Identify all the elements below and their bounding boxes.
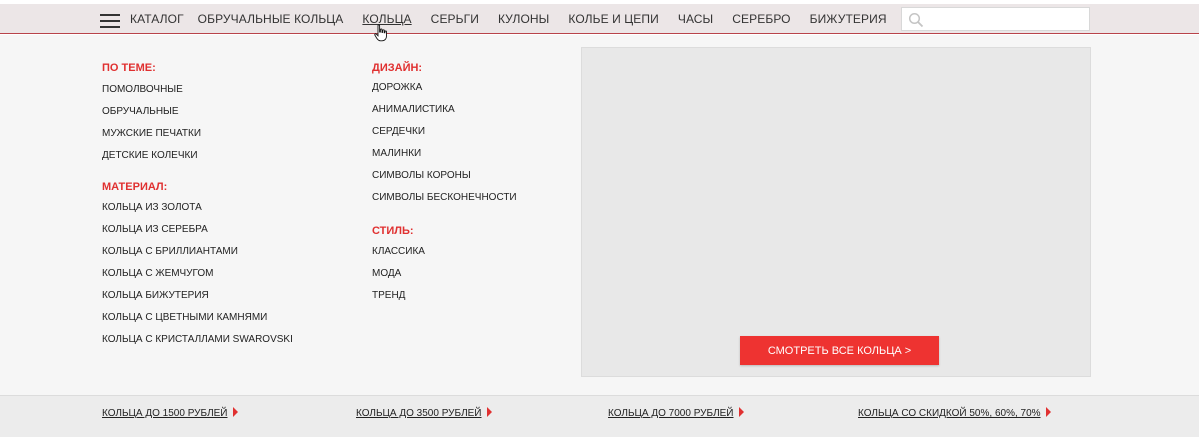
heading-by-theme: ПО ТЕМЕ:	[102, 62, 156, 74]
menu-link-raspberries[interactable]: МАЛИНКИ	[372, 148, 421, 159]
rings-mega-menu: ПО ТЕМЕ: ПОМОЛВОЧНЫЕ ОБРУЧАЛЬНЫЕ МУЖСКИЕ…	[0, 35, 1199, 395]
menu-link-trend[interactable]: ТРЕНД	[372, 290, 405, 301]
price-link-1500[interactable]: КОЛЬЦА ДО 1500 РУБЛЕЙ	[102, 407, 238, 419]
menu-link-mens-signets[interactable]: МУЖСКИЕ ПЕЧАТКИ	[102, 128, 201, 139]
view-all-rings-button[interactable]: СМОТРЕТЬ ВСЕ КОЛЬЦА >	[740, 336, 939, 365]
price-link-label: КОЛЬЦА СО СКИДКОЙ 50%, 60%, 70%	[858, 408, 1041, 419]
menu-link-bijouterie-rings[interactable]: КОЛЬЦА БИЖУТЕРИЯ	[102, 290, 209, 301]
nav-item-bijouterie[interactable]: БИЖУТЕРИЯ	[810, 12, 887, 26]
menu-link-colored-stones[interactable]: КОЛЬЦА С ЦВЕТНЫМИ КАМНЯМИ	[102, 312, 267, 323]
arrow-right-icon	[486, 407, 492, 417]
nav-catalog-link[interactable]: КАТАЛОГ	[130, 12, 184, 26]
menu-link-animalistic[interactable]: АНИМАЛИСТИКА	[372, 104, 455, 115]
menu-link-hearts[interactable]: СЕРДЕЧКИ	[372, 126, 425, 137]
price-link-3500[interactable]: КОЛЬЦА ДО 3500 РУБЛЕЙ	[356, 407, 492, 419]
price-link-label: КОЛЬЦА ДО 1500 РУБЛЕЙ	[102, 408, 228, 419]
menu-link-pearls[interactable]: КОЛЬЦА С ЖЕМЧУГОМ	[102, 268, 213, 279]
nav-item-pendants[interactable]: КУЛОНЫ	[498, 12, 549, 26]
menu-link-kids-rings[interactable]: ДЕТСКИЕ КОЛЕЧКИ	[102, 150, 198, 161]
search-box[interactable]	[901, 7, 1090, 31]
price-link-label: КОЛЬЦА ДО 3500 РУБЛЕЙ	[356, 408, 482, 419]
menu-link-engagement[interactable]: ПОМОЛВОЧНЫЕ	[102, 84, 183, 95]
menu-link-crown-symbols[interactable]: СИМВОЛЫ КОРОНЫ	[372, 170, 471, 181]
promo-panel: СМОТРЕТЬ ВСЕ КОЛЬЦА >	[581, 47, 1091, 377]
top-navigation-bar: КАТАЛОГ ОБРУЧАЛЬНЫЕ КОЛЬЦА КОЛЬЦА СЕРЬГИ…	[0, 0, 1199, 34]
heading-design: ДИЗАЙН:	[372, 62, 423, 74]
price-links-bar: КОЛЬЦА ДО 1500 РУБЛЕЙ КОЛЬЦА ДО 3500 РУБ…	[0, 395, 1199, 437]
nav-item-necklaces[interactable]: КОЛЬЕ И ЦЕПИ	[568, 12, 658, 26]
menu-link-wedding[interactable]: ОБРУЧАЛЬНЫЕ	[102, 106, 179, 117]
nav-item-watches[interactable]: ЧАСЫ	[678, 12, 713, 26]
heading-material: МАТЕРИАЛ:	[102, 181, 168, 193]
price-link-7000[interactable]: КОЛЬЦА ДО 7000 РУБЛЕЙ	[608, 407, 744, 419]
nav-item-silver[interactable]: СЕРЕБРО	[732, 12, 790, 26]
menu-link-fashion[interactable]: МОДА	[372, 268, 401, 279]
hand-cursor-icon	[374, 24, 387, 42]
menu-link-silver[interactable]: КОЛЬЦА ИЗ СЕРЕБРА	[102, 224, 208, 235]
nav-item-earrings[interactable]: СЕРЬГИ	[431, 12, 479, 26]
menu-link-diamonds[interactable]: КОЛЬЦА С БРИЛЛИАНТАМИ	[102, 246, 238, 257]
menu-link-swarovski[interactable]: КОЛЬЦА С КРИСТАЛЛАМИ SWAROVSKI	[102, 334, 293, 345]
menu-link-infinity-symbols[interactable]: СИМВОЛЫ БЕСКОНЕЧНОСТИ	[372, 192, 517, 203]
menu-link-gold[interactable]: КОЛЬЦА ИЗ ЗОЛОТА	[102, 202, 202, 213]
heading-style: СТИЛЬ:	[372, 225, 414, 237]
search-input[interactable]	[928, 10, 1086, 28]
arrow-right-icon	[738, 407, 744, 417]
nav-item-wedding-rings[interactable]: ОБРУЧАЛЬНЫЕ КОЛЬЦА	[198, 12, 344, 26]
price-link-label: КОЛЬЦА ДО 7000 РУБЛЕЙ	[608, 408, 734, 419]
search-icon[interactable]	[908, 12, 924, 28]
main-nav: КАТАЛОГ ОБРУЧАЛЬНЫЕ КОЛЬЦА КОЛЬЦА СЕРЬГИ…	[130, 4, 906, 34]
arrow-right-icon	[1045, 407, 1051, 417]
arrow-right-icon	[232, 407, 238, 417]
menu-link-classic[interactable]: КЛАССИКА	[372, 246, 425, 257]
menu-link-track[interactable]: ДОРОЖКА	[372, 82, 422, 93]
menu-hamburger-icon[interactable]	[100, 14, 120, 28]
price-link-discount[interactable]: КОЛЬЦА СО СКИДКОЙ 50%, 60%, 70%	[858, 407, 1051, 419]
